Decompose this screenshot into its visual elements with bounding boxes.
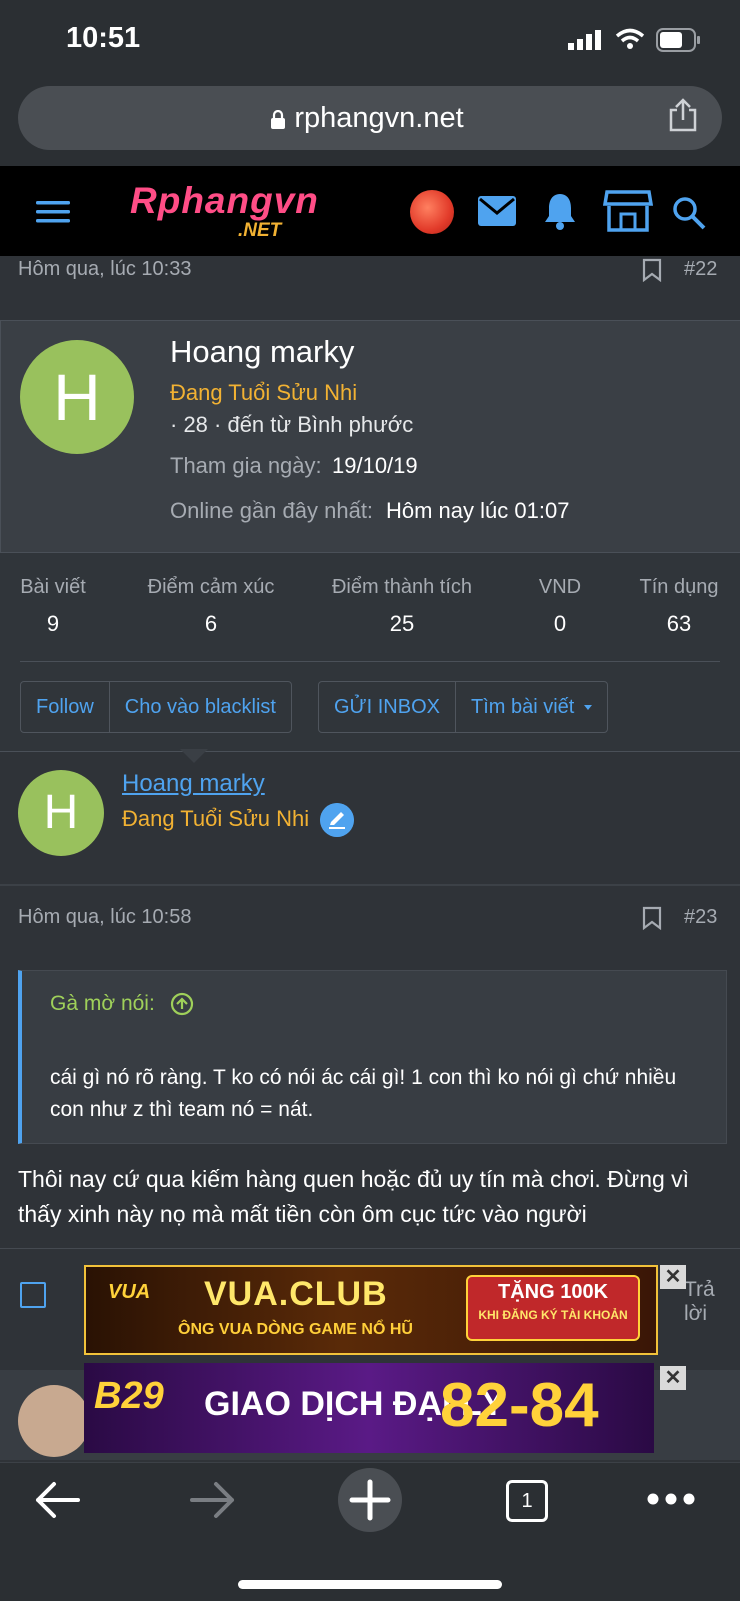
ad-banner-vuaclub[interactable]: VUA VUA.CLUB ÔNG VUA DÒNG GAME NỔ HŨ TẶN… (84, 1265, 658, 1355)
member-age-location: · 28 · đến từ Bình phước (170, 412, 414, 437)
poster-name[interactable]: Hoang marky (122, 770, 265, 798)
stat-label: Tín dụng (639, 576, 719, 598)
ad-promo-line1: TẶNG 100K (497, 1281, 609, 1303)
member-title: Đang Tuổi Sửu Nhi (170, 380, 358, 405)
wifi-icon (615, 28, 645, 49)
follow-button-group: Follow Cho vào blacklist (20, 681, 292, 733)
divider (20, 661, 720, 662)
poster-title: Đang Tuổi Sửu Nhi (122, 806, 310, 831)
ad-brand: VUA (108, 1281, 151, 1303)
share-icon[interactable] (668, 98, 698, 132)
ad-promo-line2: KHI ĐĂNG KÝ TÀI KHOẢN (478, 1308, 628, 1322)
search-icon[interactable] (672, 196, 706, 230)
stat-label: Điểm thành tích (331, 576, 473, 598)
post-date[interactable]: Hôm qua, lúc 10:33 (18, 258, 191, 281)
more-icon[interactable] (646, 1492, 696, 1506)
forward-arrow-icon[interactable] (190, 1480, 236, 1520)
last-online-label: Online gần đây nhất: (170, 498, 374, 523)
post-separator (0, 884, 740, 886)
contact-button-group: GỬI INBOX Tìm bài viết (318, 681, 609, 733)
stat-achievements[interactable]: Điểm thành tích 25 (322, 576, 482, 637)
url-text: rphangvn.net (294, 102, 464, 134)
battery-icon (656, 28, 700, 52)
post-date[interactable]: Hôm qua, lúc 10:58 (18, 906, 191, 929)
site-logo[interactable]: Rphangvn (130, 180, 319, 222)
quote-text: cái gì nó rõ ràng. T ko có nói ác cái gì… (50, 1066, 677, 1121)
joined-value: 19/10/19 (332, 453, 418, 478)
close-ad-button[interactable]: ✕ (660, 1265, 686, 1289)
home-indicator (238, 1580, 502, 1589)
status-time: 10:51 (66, 22, 141, 54)
signal-icon (568, 30, 601, 50)
stat-value: 6 (204, 611, 218, 636)
quote-author[interactable]: Gà mờ nói: (50, 992, 155, 1016)
member-name[interactable]: Hoang marky (170, 334, 354, 370)
stat-credit[interactable]: Tín dụng 63 (626, 576, 732, 637)
avatar[interactable]: H (20, 340, 134, 454)
follow-button[interactable]: Follow (21, 682, 109, 732)
post-body: Thôi nay cứ qua kiếm hàng quen hoặc đủ u… (18, 1166, 690, 1227)
reply-button[interactable]: Trả lời (684, 1278, 740, 1326)
joined-label: Tham gia ngày: (170, 453, 322, 478)
blacklist-button[interactable]: Cho vào blacklist (108, 682, 291, 732)
site-logo-suffix: .NET (238, 220, 282, 241)
last-online-value: Hôm nay lúc 01:07 (386, 498, 570, 523)
post-number[interactable]: #23 (684, 906, 717, 929)
new-tab-button[interactable] (338, 1468, 402, 1532)
find-posts-label: Tìm bài viết (471, 696, 575, 718)
plus-icon (349, 1479, 391, 1521)
close-ad-button[interactable]: ✕ (660, 1366, 686, 1390)
mail-icon[interactable] (478, 196, 516, 226)
stat-label: VND (538, 576, 582, 598)
ad-banner-b29[interactable]: B29 GIAO DỊCH ĐẠI LÝ 82-84 (84, 1363, 654, 1453)
back-arrow-icon[interactable] (34, 1480, 80, 1520)
stat-value: 63 (666, 611, 692, 636)
poster-avatar[interactable]: H (18, 770, 104, 856)
user-avatar-ball[interactable] (410, 190, 454, 234)
stat-reactions[interactable]: Điểm cảm xúc 6 (136, 576, 286, 637)
stat-value: 25 (389, 611, 415, 636)
arrow-up-circle-icon[interactable] (170, 992, 194, 1016)
select-checkbox[interactable] (20, 1282, 46, 1308)
next-post-avatar[interactable] (18, 1385, 90, 1457)
ad-brand: B29 (94, 1375, 164, 1417)
stat-value: 0 (553, 611, 567, 636)
caret-down-icon (584, 705, 593, 711)
verified-icon (320, 803, 354, 837)
stat-posts[interactable]: Bài viết 9 (18, 576, 88, 637)
tooltip-pointer (180, 749, 208, 763)
tabs-button[interactable]: 1 (506, 1480, 548, 1522)
ad-subtitle: ÔNG VUA DÒNG GAME NỔ HŨ (178, 1321, 413, 1338)
bookmark-icon[interactable] (642, 906, 662, 930)
ad-number: 82-84 (440, 1371, 599, 1440)
post-number[interactable]: #22 (684, 258, 717, 281)
stat-value: 9 (46, 611, 60, 636)
bell-icon[interactable] (543, 192, 577, 230)
find-posts-button[interactable]: Tìm bài viết (455, 682, 607, 732)
stat-label: Điểm cảm xúc (147, 576, 275, 598)
menu-icon[interactable] (36, 199, 70, 225)
ad-promo: TẶNG 100K KHI ĐĂNG KÝ TÀI KHOẢN (466, 1275, 640, 1341)
store-icon[interactable] (603, 190, 653, 232)
stat-vnd[interactable]: VND 0 (520, 576, 600, 637)
send-inbox-button[interactable]: GỬI INBOX (319, 682, 455, 732)
bookmark-icon[interactable] (642, 258, 662, 282)
stat-label: Bài viết (20, 576, 86, 598)
ad-title: VUA.CLUB (204, 1275, 388, 1313)
